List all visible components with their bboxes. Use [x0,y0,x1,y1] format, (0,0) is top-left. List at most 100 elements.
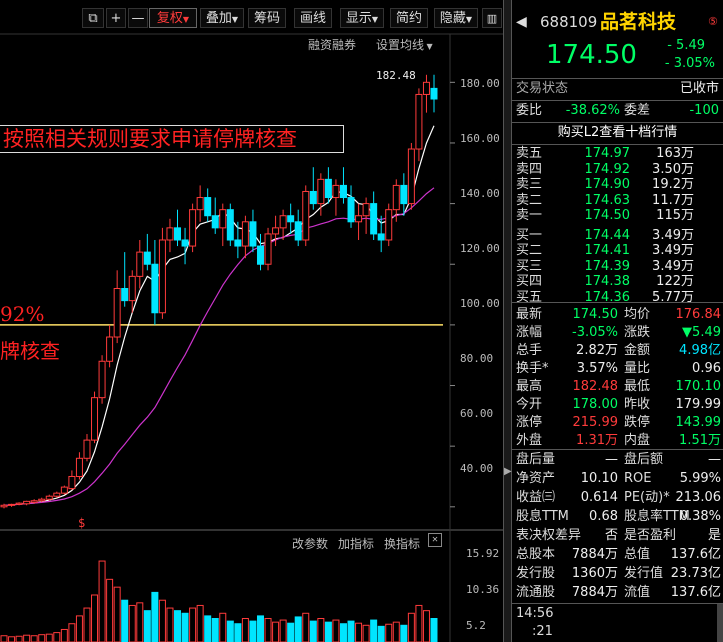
volume-bar [370,619,378,642]
order-book-ask-row[interactable]: 卖三 174.90 19.2万 [512,177,723,193]
suspension-notice: 按照相关规则要求申请停牌核查 [0,125,344,153]
candle-body [106,336,114,362]
order-price: 174.38 [584,274,631,289]
candle-body [211,215,219,229]
stats-row: 最高 182.48 最低 170.10 [512,377,723,397]
volume-bar [264,618,272,642]
volume-bar [68,623,76,642]
order-level-label: 卖一 [516,208,543,223]
order-book-ask-row[interactable]: 卖一 174.50 115万 [512,208,723,224]
candle-body [279,215,287,229]
volume-bar [15,635,23,642]
fund-value: 137.6亿 [670,547,721,562]
volume-bar [226,620,234,642]
volume-bar [407,612,415,642]
volume-bar [430,618,438,642]
candle-body [30,500,38,503]
fund-label: 发行值 [624,566,664,581]
back-arrow-icon[interactable]: ◀ [516,10,527,34]
candle-body [302,190,310,241]
fund-value: 0.614 [580,490,618,505]
panel-scrollbar[interactable] [717,604,723,642]
volume-bar [60,628,68,642]
stat-value: 178.00 [572,397,619,412]
volume-tool-params[interactable]: 改参数 [292,535,328,552]
stat-label: 今开 [516,397,543,412]
candle-body [377,233,385,241]
stat-value: 0.96 [692,361,721,376]
stats-row: 涨幅 -3.05% 涨跌 ▼5.49 [512,323,723,343]
order-volume: 11.7万 [652,192,694,208]
fundamentals-row: 净资产 10.10 ROE 5.99% [512,469,723,489]
volume-bar [422,610,430,642]
fund-value: 7884万 [571,547,618,562]
volume-bar [23,634,31,642]
fundamentals-row: 发行股 1360万 发行值 23.73亿 [512,564,723,584]
order-level-label: 买三 [516,258,543,274]
stat-label: 金额 [624,343,651,358]
weibi-value: -38.62% [565,103,620,118]
order-book-bid-row[interactable]: 买三 174.39 3.49万 [512,259,723,275]
stats-row: 涨停 215.99 跌停 143.99 [512,413,723,433]
stat-label: 外盘 [516,433,543,448]
volume-close-icon[interactable]: ✕ [428,533,442,547]
stat-value: 215.99 [572,415,619,430]
stat-value: -3.05% [572,325,618,340]
panel-splitter[interactable]: ▶ [503,0,512,642]
stat-value: 3.57% [576,361,618,376]
volume-tool-switch[interactable]: 换指标 [384,535,420,552]
candle-body [272,227,280,235]
order-book-bid-row[interactable]: 买一 174.44 3.49万 [512,228,723,244]
candle-body [158,239,166,314]
candle-body [324,178,332,199]
stat-value: ▼5.49 [682,325,721,340]
candle-body [8,503,16,506]
candle-body [98,360,106,399]
stat-label: 总手 [516,343,543,358]
candle-body [287,215,295,223]
candle-body [38,498,46,502]
fund-label: 盘后量 [516,452,556,467]
candle-body [370,203,378,235]
left-percent-label: 92% [0,302,45,326]
fund-value: 23.73亿 [670,566,721,581]
fund-label: 是否盈利 [624,528,677,543]
volume-bar [400,624,408,642]
candle-body [143,251,151,265]
volume-bar [136,602,144,642]
price-tick-100: 100.00 [460,297,500,310]
fund-label: 收益㈢ [516,490,556,505]
volume-bar [143,610,151,642]
order-price: 174.90 [584,177,631,192]
order-book-bid-row[interactable]: 买五 174.36 5.77万 [512,290,723,306]
volume-bar [166,607,174,642]
price-tick-140: 140.00 [460,187,500,200]
kline-chart-area[interactable]: ⧉ + — 复权▼ 叠加▼ 筹码 画线 显示▼ 简约 隐藏▼ ▥ 融资融券 设置… [0,0,503,642]
order-book-ask-row[interactable]: 卖五 174.97 163万 [512,146,723,162]
volume-bar [121,599,129,642]
order-book-bid-row[interactable]: 买二 174.41 3.49万 [512,243,723,259]
volume-bar [30,635,38,642]
candle-body [60,486,68,494]
volume-bar [241,618,249,642]
order-book-ask-row[interactable]: 卖四 174.92 3.50万 [512,162,723,178]
volume-bar [106,578,114,642]
candle-body [226,209,234,241]
collapse-arrow-icon[interactable]: ▶ [504,466,512,477]
volume-bar [181,612,189,642]
quote-panel: ◀ 688109 品茗科技 ⑤ 174.50 - 5.49 - 3.05% 交易… [512,0,723,642]
l2-quote-link[interactable]: 购买L2查看十档行情 [512,123,723,143]
order-volume: 5.77万 [652,289,694,305]
stat-value: 2.82万 [576,343,618,358]
volume-bar [392,621,400,642]
volume-tool-add[interactable]: 加指标 [338,535,374,552]
stat-value: 182.48 [572,379,619,394]
candle-body [264,233,272,265]
stat-label: 跌停 [624,415,651,430]
vol-tick-1: 15.92 [466,547,500,560]
order-book-bid-row[interactable]: 买四 174.38 122万 [512,274,723,290]
ma5-line [3,125,435,506]
fund-label: 流通股 [516,585,556,600]
fund-value: 213.06 [675,490,722,505]
order-book-ask-row[interactable]: 卖二 174.63 11.7万 [512,193,723,209]
